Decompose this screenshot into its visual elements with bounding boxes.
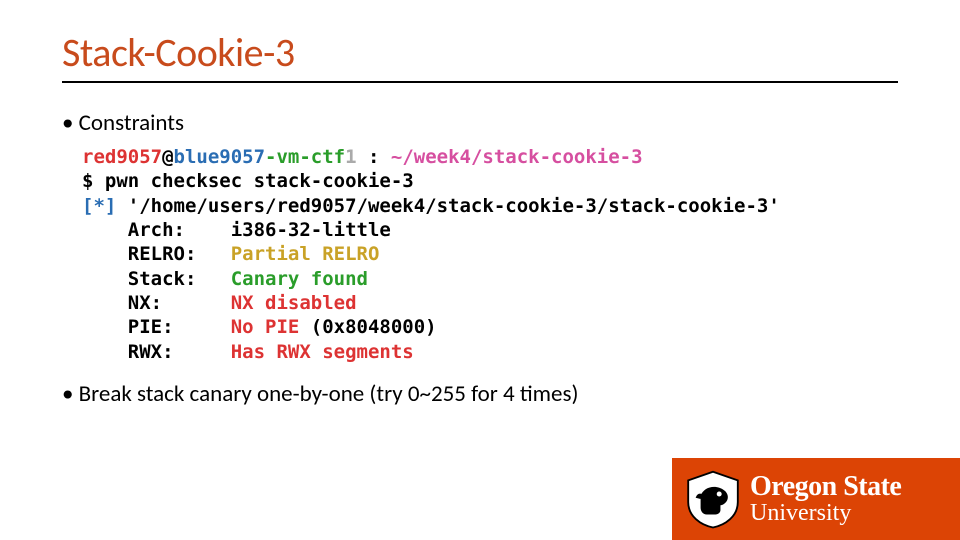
term-cwd: ~/week4/stack-cookie-3 — [391, 146, 643, 168]
row-nx-val: NX disabled — [231, 292, 357, 314]
row-pie-val-b: (0x8048000) — [311, 316, 437, 338]
osu-logo-text: Oregon State University — [750, 472, 901, 527]
row-rwx-val: Has RWX segments — [231, 341, 414, 363]
title-rule — [62, 81, 898, 83]
bullet-constraints: Constraints — [62, 109, 898, 137]
row-nx-label: NX: — [128, 292, 231, 314]
row-relro-val: Partial RELRO — [231, 243, 380, 265]
term-user: red9057 — [82, 146, 162, 168]
osu-logo-line1: Oregon State — [750, 472, 901, 501]
term-host2: -vm-ctf — [265, 146, 345, 168]
row-arch-val: i386-32-little — [231, 219, 391, 241]
row-relro-label: RELRO: — [128, 243, 231, 265]
term-at: @ — [162, 146, 173, 168]
row-arch-label: Arch: — [128, 219, 231, 241]
terminal-block: red9057@blue9057-vm-ctf1 : ~/week4/stack… — [82, 145, 898, 364]
term-host3: 1 — [345, 146, 356, 168]
term-command: pwn checksec stack-cookie-3 — [93, 170, 413, 192]
term-dollar: $ — [82, 170, 93, 192]
row-pie-val-a: No PIE — [231, 316, 311, 338]
slide: Stack-Cookie-3 Constraints red9057@blue9… — [0, 0, 960, 408]
terminal: red9057@blue9057-vm-ctf1 : ~/week4/stack… — [82, 145, 898, 364]
row-stack-label: Stack: — [128, 268, 231, 290]
row-stack-val: Canary found — [231, 268, 368, 290]
term-host1: blue9057 — [174, 146, 266, 168]
row-pie-label: PIE: — [128, 316, 231, 338]
osu-logo: Oregon State University — [672, 458, 960, 540]
slide-title: Stack-Cookie-3 — [62, 28, 898, 77]
beaver-shield-icon — [682, 468, 744, 530]
bullet-break-canary: Break stack canary one-by-one (try 0~255… — [62, 380, 898, 408]
term-star: [*] — [82, 195, 116, 217]
term-sep: : — [357, 146, 391, 168]
bullet-list: Constraints — [62, 109, 898, 137]
bullet-list-2: Break stack canary one-by-one (try 0~255… — [62, 380, 898, 408]
term-path: '/home/users/red9057/week4/stack-cookie-… — [116, 195, 779, 217]
row-rwx-label: RWX: — [128, 341, 231, 363]
osu-logo-line2: University — [750, 501, 901, 526]
